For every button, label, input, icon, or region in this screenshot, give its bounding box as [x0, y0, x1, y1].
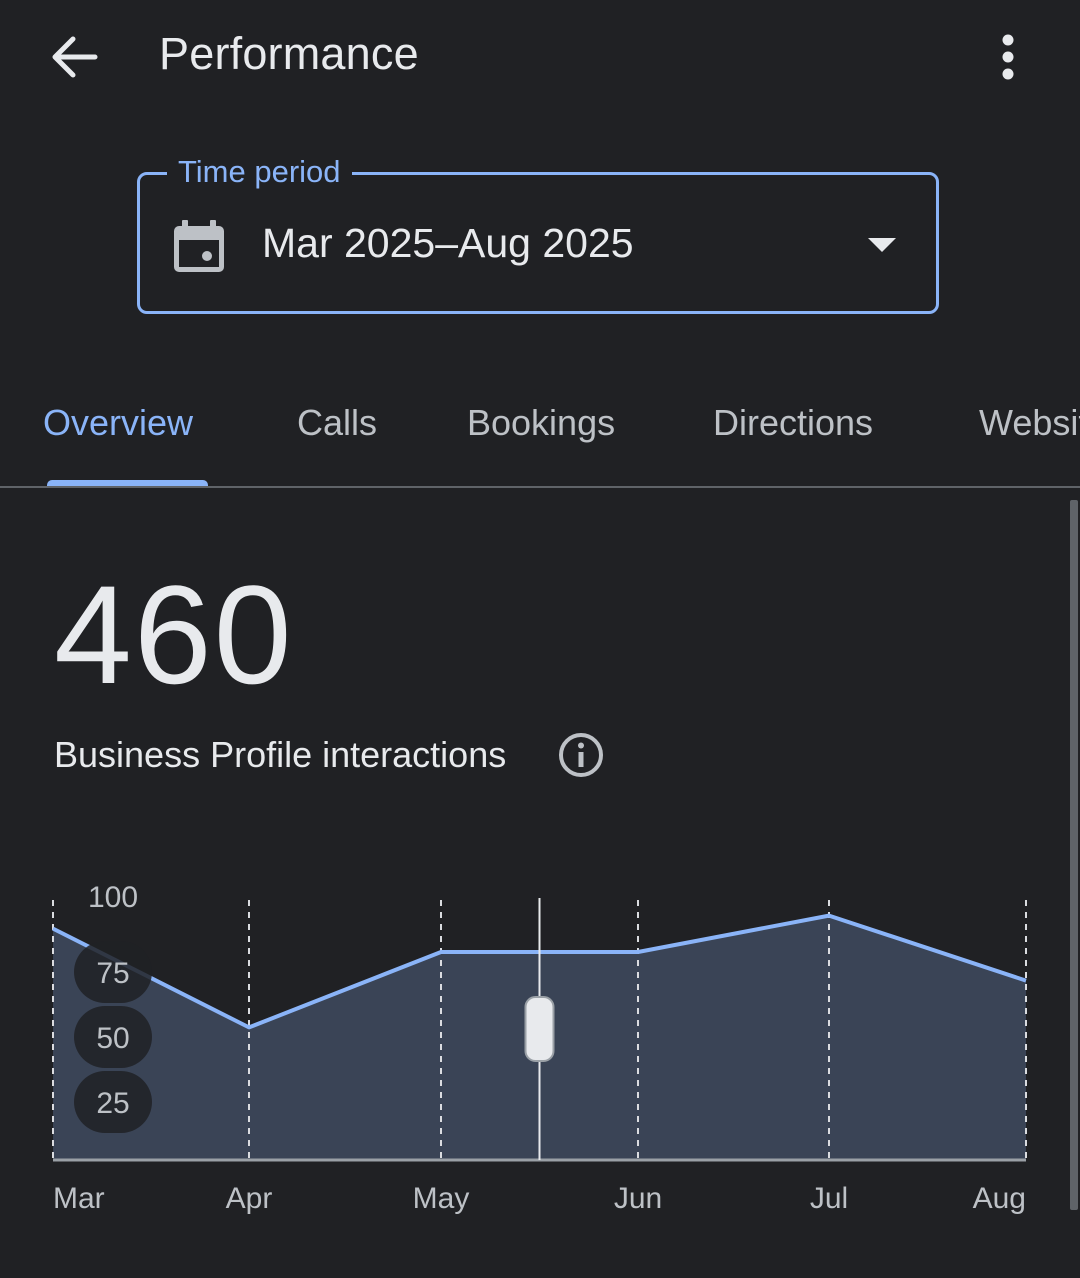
x-tick-label-jul: Jul: [810, 1182, 848, 1215]
x-tick-label-mar: Mar: [53, 1182, 105, 1215]
y-tick-label-25: 25: [96, 1087, 129, 1120]
tabs-divider: [0, 486, 1080, 488]
more-options-button[interactable]: [982, 26, 1034, 88]
tab-bookings[interactable]: Bookings: [467, 402, 615, 444]
time-period-value: Mar 2025–Aug 2025: [262, 220, 634, 266]
back-button[interactable]: [44, 26, 106, 88]
y-tick-label-50: 50: [96, 1022, 129, 1055]
arrow-back-icon: [52, 36, 98, 78]
metric-label: Business Profile interactions: [54, 734, 507, 775]
chart-scrubber-handle[interactable]: [524, 996, 555, 1062]
x-tick-label-may: May: [413, 1182, 470, 1215]
x-tick-label-aug: Aug: [973, 1182, 1026, 1215]
y-tick-label-100: 100: [88, 881, 138, 914]
more-vert-icon: [1002, 34, 1014, 80]
interactions-chart[interactable]: 100 75 50 25 Mar Apr May Jun Jul Aug: [0, 870, 1080, 1250]
tab-calls[interactable]: Calls: [297, 402, 377, 444]
info-icon[interactable]: [557, 731, 605, 779]
dropdown-arrow-icon: [868, 238, 896, 252]
x-tick-label-jun: Jun: [614, 1182, 662, 1215]
tab-directions[interactable]: Directions: [713, 402, 873, 444]
tab-bar: Overview Calls Bookings Directions Websi…: [0, 380, 1080, 488]
page-title: Performance: [159, 28, 419, 79]
x-tick-label-apr: Apr: [226, 1182, 273, 1215]
time-period-label: Time period: [167, 152, 352, 192]
calendar-icon: [174, 220, 224, 272]
total-interactions-value: 460: [54, 556, 294, 713]
app-bar: Performance: [0, 0, 1080, 112]
tab-website[interactable]: Website clicks: [979, 402, 1080, 444]
tab-overview[interactable]: Overview: [43, 402, 193, 444]
y-tick-label-75: 75: [96, 957, 129, 990]
